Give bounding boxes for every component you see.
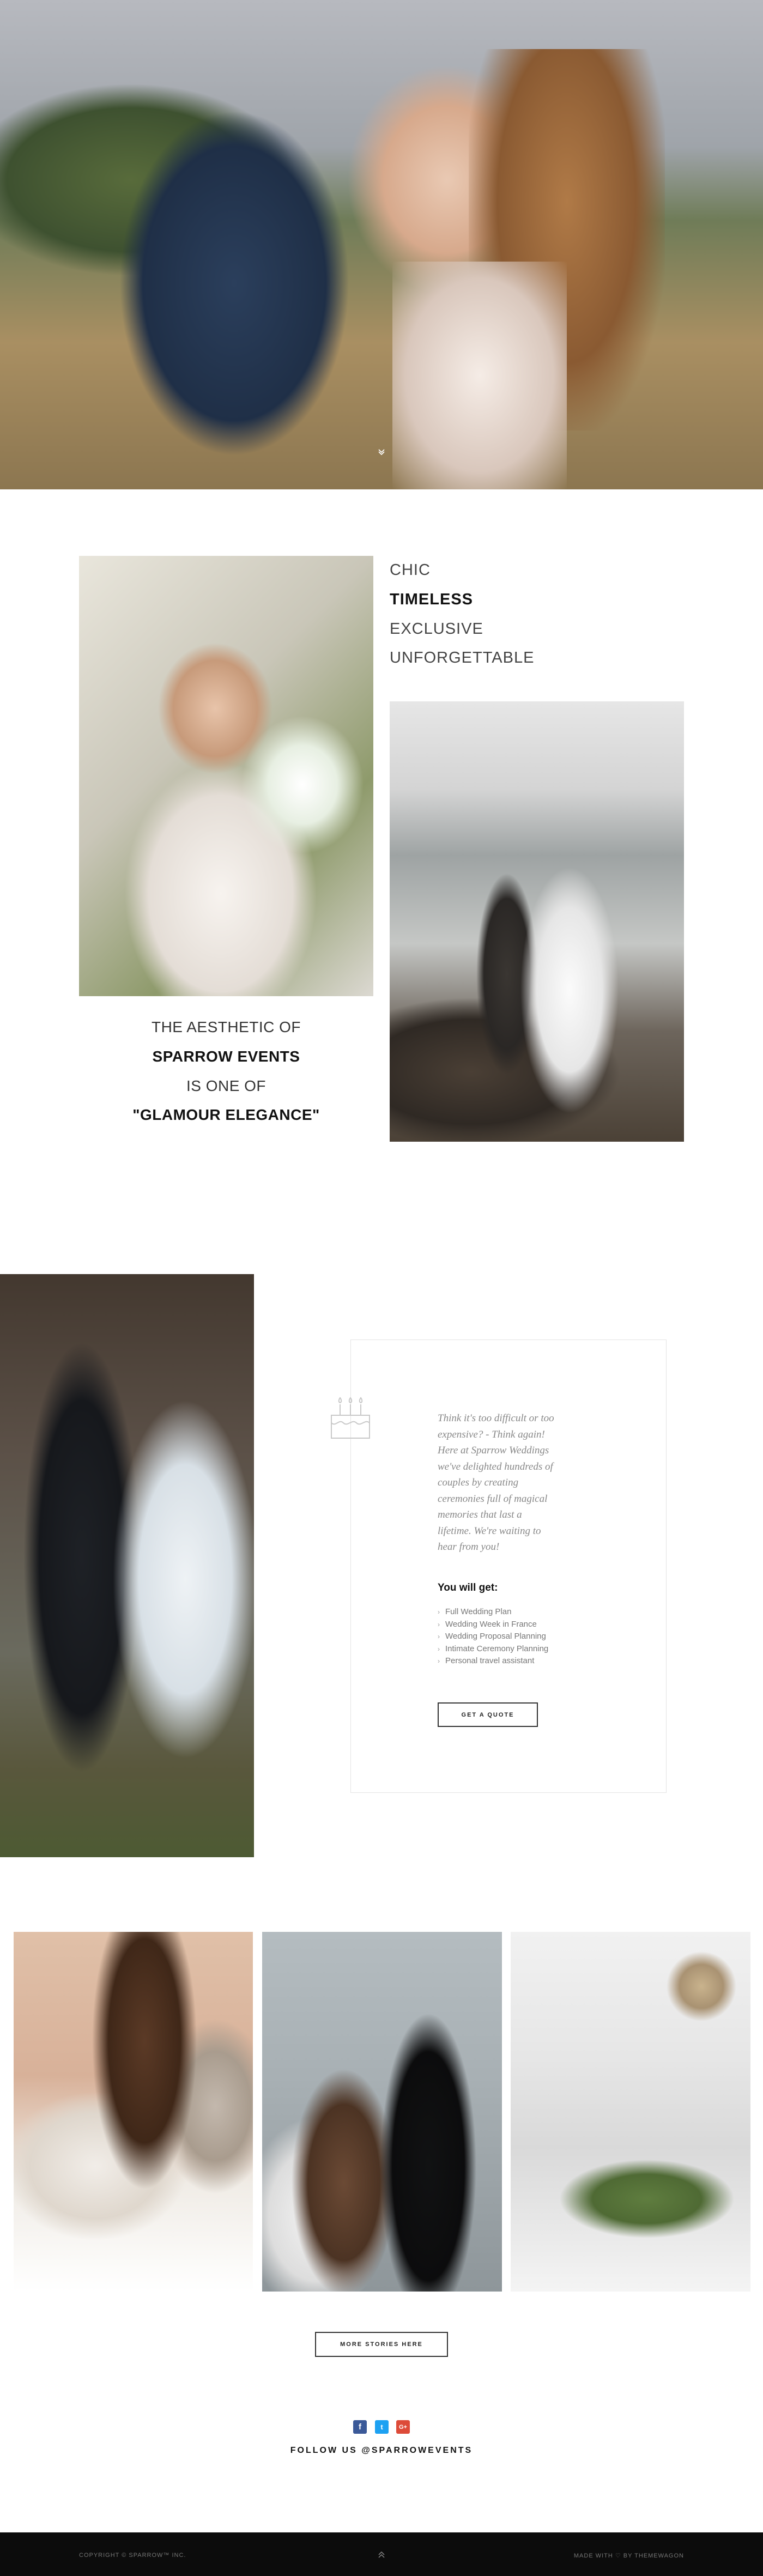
google-plus-icon[interactable]: G+ bbox=[396, 2420, 410, 2434]
benefit-label: Wedding Week in France bbox=[445, 1619, 537, 1629]
facebook-icon[interactable]: f bbox=[353, 2420, 367, 2434]
scroll-down-icon[interactable] bbox=[376, 446, 387, 457]
list-item: › Personal travel assistant bbox=[438, 1655, 548, 1668]
benefit-label: Personal travel assistant bbox=[445, 1656, 535, 1665]
quote-line: hear from you! bbox=[438, 1541, 500, 1553]
hero-couple-embrace-photo bbox=[0, 0, 763, 489]
chevron-right-icon: › bbox=[438, 1633, 440, 1640]
chevron-right-icon: › bbox=[438, 1645, 440, 1653]
copyright-text: COPYRIGHT © SPARROW™ INC. bbox=[79, 2552, 186, 2559]
lakeside-couple-kiss-photo bbox=[390, 701, 684, 1142]
tagline-exclusive: EXCLUSIVE bbox=[390, 620, 483, 638]
chevron-right-icon: › bbox=[438, 1657, 440, 1665]
quote-line: lifetime. We're waiting to bbox=[438, 1525, 541, 1537]
quote-line: couples by creating bbox=[438, 1477, 519, 1488]
gallery-reception-table-photo[interactable] bbox=[511, 1932, 750, 2292]
benefit-label: Wedding Proposal Planning bbox=[445, 1632, 546, 1641]
get-a-quote-button[interactable]: GET A QUOTE bbox=[438, 1702, 538, 1727]
aesthetic-line-3: IS ONE OF bbox=[186, 1077, 267, 1094]
list-item: › Wedding Week in France bbox=[438, 1619, 548, 1631]
footer: COPYRIGHT © SPARROW™ INC. MADE WITH ♡ BY… bbox=[0, 2532, 763, 2576]
list-item: › Full Wedding Plan bbox=[438, 1606, 548, 1619]
tagline-timeless: TIMELESS bbox=[390, 591, 474, 608]
quote-line: we've delighted hundreds of bbox=[438, 1460, 553, 1472]
benefit-label: Intimate Ceremony Planning bbox=[445, 1644, 549, 1653]
couple-holding-hands-photo bbox=[0, 1274, 254, 1857]
chevron-right-icon: › bbox=[438, 1620, 440, 1628]
benefit-label: Full Wedding Plan bbox=[445, 1607, 512, 1616]
list-item: › Wedding Proposal Planning bbox=[438, 1631, 548, 1643]
aesthetic-line-1: THE AESTHETIC OF bbox=[151, 1019, 301, 1035]
aesthetic-line-4: "GLAMOUR ELEGANCE" bbox=[132, 1106, 320, 1123]
quote-line: memories that last a bbox=[438, 1509, 522, 1520]
hero-lace-dress-shape bbox=[392, 262, 567, 489]
gallery-couple-forehead-kiss-photo[interactable] bbox=[262, 1932, 502, 2292]
benefits-heading: You will get: bbox=[438, 1582, 498, 1593]
chevron-right-icon: › bbox=[438, 1608, 440, 1616]
benefits-list: › Full Wedding Plan › Wedding Week in Fran… bbox=[438, 1606, 548, 1668]
quote-line: Here at Sparrow Weddings bbox=[438, 1445, 549, 1456]
gallery-bride-back-photo[interactable] bbox=[14, 1932, 253, 2292]
quote-intro-text: Think it's too difficult or too expensiv… bbox=[438, 1410, 585, 1555]
tagline-chic: CHIC bbox=[390, 561, 431, 579]
birthday-cake-icon bbox=[328, 1392, 373, 1441]
quote-line: ceremonies full of magical bbox=[438, 1493, 548, 1505]
bride-with-bouquet-photo bbox=[79, 556, 373, 996]
back-to-top-icon[interactable] bbox=[376, 2550, 387, 2561]
follow-us-link[interactable]: FOLLOW US @SPARROWEVENTS bbox=[0, 2446, 763, 2456]
tagline-unforgettable: UNFORGETTABLE bbox=[390, 649, 535, 666]
more-stories-button[interactable]: MORE STORIES HERE bbox=[315, 2332, 448, 2357]
aesthetic-line-2: SPARROW EVENTS bbox=[152, 1048, 300, 1065]
list-item: › Intimate Ceremony Planning bbox=[438, 1643, 548, 1656]
quote-line: expensive? - Think again! bbox=[438, 1428, 545, 1440]
made-with-credit[interactable]: MADE WITH ♡ BY THEMEWAGON bbox=[574, 2552, 684, 2559]
twitter-icon[interactable]: t bbox=[375, 2420, 389, 2434]
quote-line: Think it's too difficult or too bbox=[438, 1413, 554, 1424]
